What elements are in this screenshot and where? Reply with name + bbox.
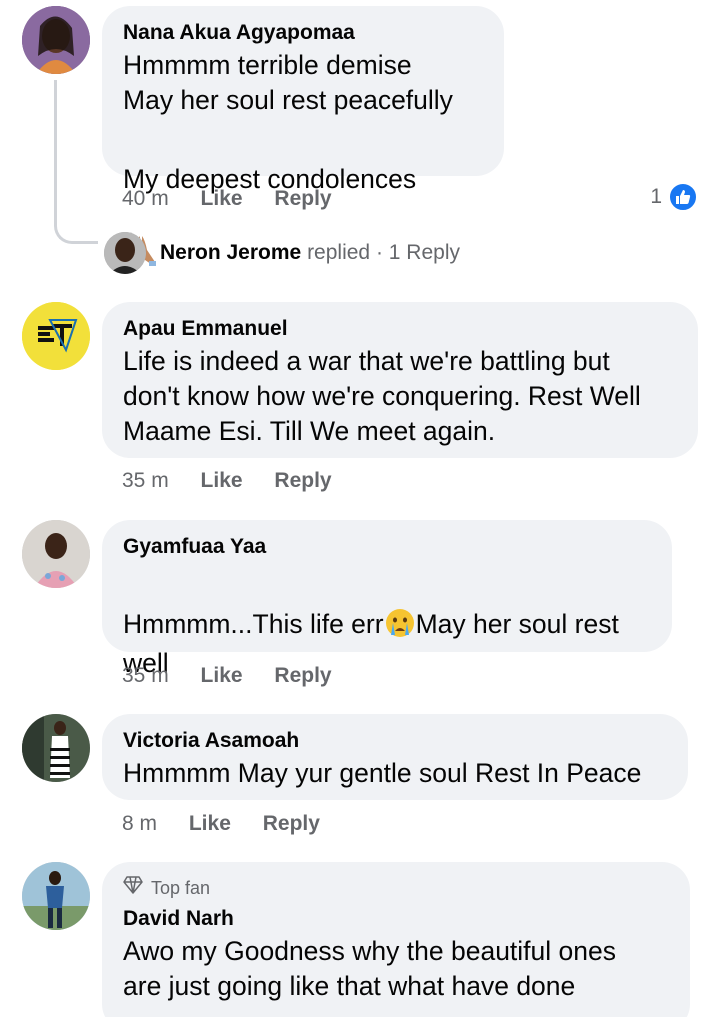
comment-author[interactable]: Victoria Asamoah [123, 728, 666, 754]
comment-text: Life is indeed a war that we're battling… [123, 346, 641, 446]
comment-text-part: May her soul rest [415, 609, 619, 639]
diamond-icon [123, 876, 143, 900]
avatar [104, 232, 146, 274]
reply-button[interactable]: Reply [274, 187, 331, 210]
avatar[interactable] [22, 302, 90, 370]
comment-text: Hmmmm May yur gentle soul Rest In Peace [123, 758, 642, 788]
comment-bubble: Victoria Asamoah Hmmmm May yur gentle so… [102, 714, 688, 800]
comment-author[interactable]: Apau Emmanuel [123, 316, 676, 342]
comment-meta: 8 m Like Reply [122, 811, 346, 837]
like-button[interactable]: Like [201, 469, 243, 492]
comment-bubble: Apau Emmanuel Life is indeed a war that … [102, 302, 698, 458]
timestamp: 35 m [122, 469, 169, 492]
reply-button[interactable]: Reply [274, 469, 331, 492]
top-fan-badge: Top fan [123, 876, 668, 900]
reply-button[interactable]: Reply [274, 664, 331, 687]
timestamp: 35 m [122, 664, 169, 687]
comment-line: May her soul rest peacefully [123, 85, 453, 115]
like-button[interactable]: Like [201, 664, 243, 687]
comment-text: Awo my Goodness why the beautiful ones a… [123, 936, 616, 1001]
comment-line: Hmmmm terrible demise [123, 50, 412, 80]
top-fan-label: Top fan [151, 878, 211, 898]
reply-verb: replied [307, 241, 371, 264]
timestamp: 8 m [122, 812, 158, 835]
comment-author[interactable]: David Narh [123, 906, 668, 932]
view-replies-link[interactable]: Neron Jerome replied · 1 Reply [104, 232, 460, 274]
thread-connector [54, 80, 98, 244]
comment-bubble: Top fan David Narh Awo my Goodness why t… [102, 862, 690, 1017]
comment-meta: 35 m Like Reply [122, 663, 358, 689]
comment-text-part: Hmmmm...This life err [123, 609, 384, 639]
crying-face-icon [384, 607, 416, 639]
reply-button[interactable]: Reply [263, 812, 320, 835]
reaction-count[interactable]: 1 [650, 182, 698, 212]
reply-author: Neron Jerome [160, 241, 302, 264]
comment-bubble: Gyamfuaa Yaa Hmmmm...This life err May he… [102, 520, 672, 678]
timestamp: 40 m [122, 187, 169, 210]
reaction-number: 1 [650, 185, 662, 208]
reply-count: 1 Reply [388, 241, 460, 264]
reply-summary: Neron Jerome replied · 1 Reply [160, 241, 460, 264]
like-button[interactable]: Like [189, 812, 231, 835]
comment-bubble: Nana Akua Agyapomaa Hmmmm terrible demis… [102, 6, 504, 266]
comment-meta: 40 m Like Reply [122, 186, 358, 212]
avatar[interactable] [22, 6, 90, 74]
avatar[interactable] [22, 862, 90, 930]
comment-author[interactable]: Nana Akua Agyapomaa [123, 20, 482, 46]
comment-meta: 35 m Like Reply [122, 468, 358, 494]
avatar[interactable] [22, 714, 90, 782]
thumbs-up-icon [668, 182, 698, 212]
comment-text: Hmmmm...This life err May her soul rest [123, 572, 650, 642]
comment-author[interactable]: Gyamfuaa Yaa [123, 534, 650, 560]
like-button[interactable]: Like [201, 187, 243, 210]
avatar[interactable] [22, 520, 90, 588]
